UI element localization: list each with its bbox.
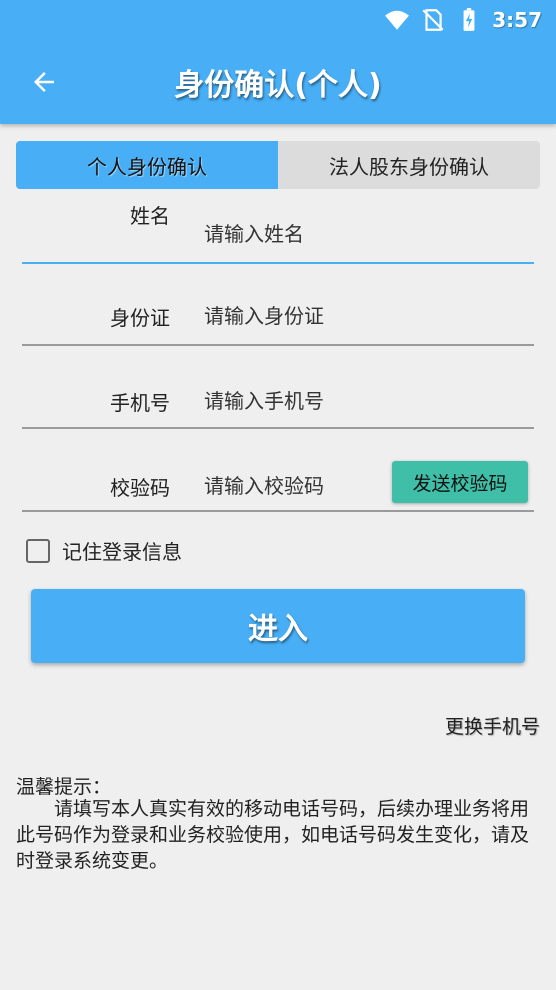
status-bar: 3:57 [384,6,542,34]
no-sim-icon [422,9,444,31]
id-card-input[interactable] [202,296,406,336]
remember-label: 记住登录信息 [62,540,182,564]
tip-title: 温馨提示： [16,776,112,798]
enter-button[interactable]: 进入 [31,589,525,663]
phone-label: 手机号 [110,391,170,415]
battery-charging-icon [463,8,475,31]
app-bar: 3:57 身份确认(个人) [0,0,556,124]
remember-login[interactable]: 记住登录信息 [26,536,182,565]
name-label: 姓名 [130,204,170,228]
phone-input[interactable] [202,381,406,421]
change-phone-link[interactable]: 更换手机号 [445,712,540,739]
status-time: 3:57 [492,8,542,32]
id-card-row: 身份证 [22,262,534,346]
id-card-label: 身份证 [110,306,170,330]
tip-body: 请填写本人真实有效的移动电话号码，后续办理业务将用此号码作为登录和业务校验使用，… [16,798,530,872]
wifi-icon [385,10,410,30]
verification-code-label: 校验码 [110,476,170,500]
verification-code-input[interactable] [202,466,386,506]
page-title: 身份确认(个人) [174,68,382,103]
name-input[interactable] [202,214,406,254]
name-row: 姓名 [22,180,534,264]
verification-code-row: 校验码 发送校验码 [22,428,534,512]
remember-checkbox[interactable] [26,538,50,563]
phone-row: 手机号 [22,345,534,429]
send-code-button[interactable]: 发送校验码 [392,461,528,503]
